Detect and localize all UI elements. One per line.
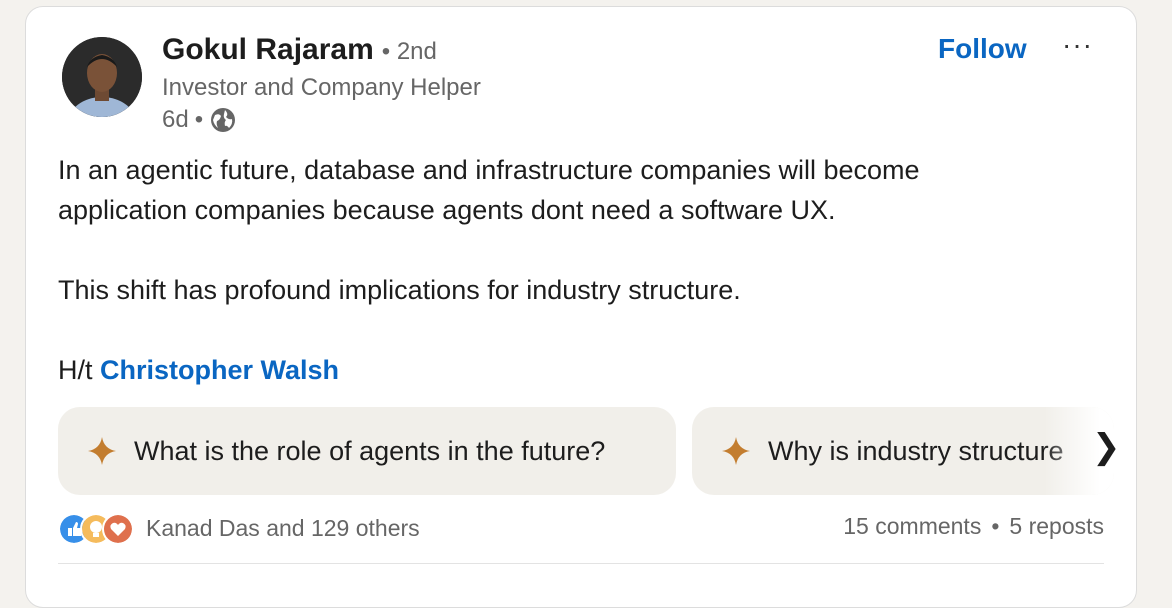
more-options-icon[interactable]: ··· [1062, 29, 1093, 61]
reactions-summary[interactable]: Kanad Das and 129 others [58, 513, 420, 545]
post-time: 6d [162, 106, 189, 133]
author-avatar[interactable] [62, 37, 142, 117]
reposts-count[interactable]: 5 reposts [1009, 513, 1104, 540]
meta-bullet: • [194, 106, 204, 133]
chevron-right-icon[interactable]: ❯ [1092, 427, 1121, 467]
reactions-count[interactable]: Kanad Das and 129 others [146, 515, 420, 542]
divider [58, 563, 1104, 564]
suggestion-label: What is the role of agents in the future… [134, 435, 606, 466]
globe-icon [211, 108, 236, 132]
suggestion-chip-1[interactable]: What is the role of agents in the future… [58, 407, 676, 495]
author-name[interactable]: Gokul Rajaram [162, 33, 374, 67]
follow-button[interactable]: Follow [938, 33, 1027, 65]
post-card: Gokul Rajaram • 2nd Investor and Company… [25, 6, 1137, 608]
engagement-stats: 15 comments • 5 reposts [843, 513, 1104, 540]
post-text-line-1: In an agentic future, database and infra… [58, 155, 920, 185]
post-meta: 6d • [162, 106, 237, 134]
love-reaction-icon [102, 513, 134, 545]
sparkle-icon [88, 437, 116, 465]
post-hat-tip: H/t Christopher Walsh [58, 355, 339, 386]
sparkle-icon [722, 437, 750, 465]
connection-degree: • 2nd [382, 38, 437, 66]
suggestion-chip-2[interactable]: Why is industry structure [692, 407, 1114, 495]
stats-separator: • [991, 513, 1000, 539]
degree-label: 2nd [396, 38, 437, 65]
reaction-icons [58, 513, 138, 545]
post-text-line-3: This shift has profound implications for… [58, 275, 741, 305]
post-text-line-2: application companies because agents don… [58, 195, 836, 225]
degree-bullet: • [381, 38, 391, 65]
author-name-row: Gokul Rajaram • 2nd [162, 33, 437, 67]
hat-tip-prefix: H/t [58, 355, 101, 385]
mention-link[interactable]: Christopher Walsh [100, 355, 339, 385]
author-headline: Investor and Company Helper [162, 74, 481, 101]
comments-count[interactable]: 15 comments [843, 513, 981, 540]
avatar-photo-icon [62, 37, 142, 117]
suggestion-label: Why is industry structure [768, 435, 1064, 466]
